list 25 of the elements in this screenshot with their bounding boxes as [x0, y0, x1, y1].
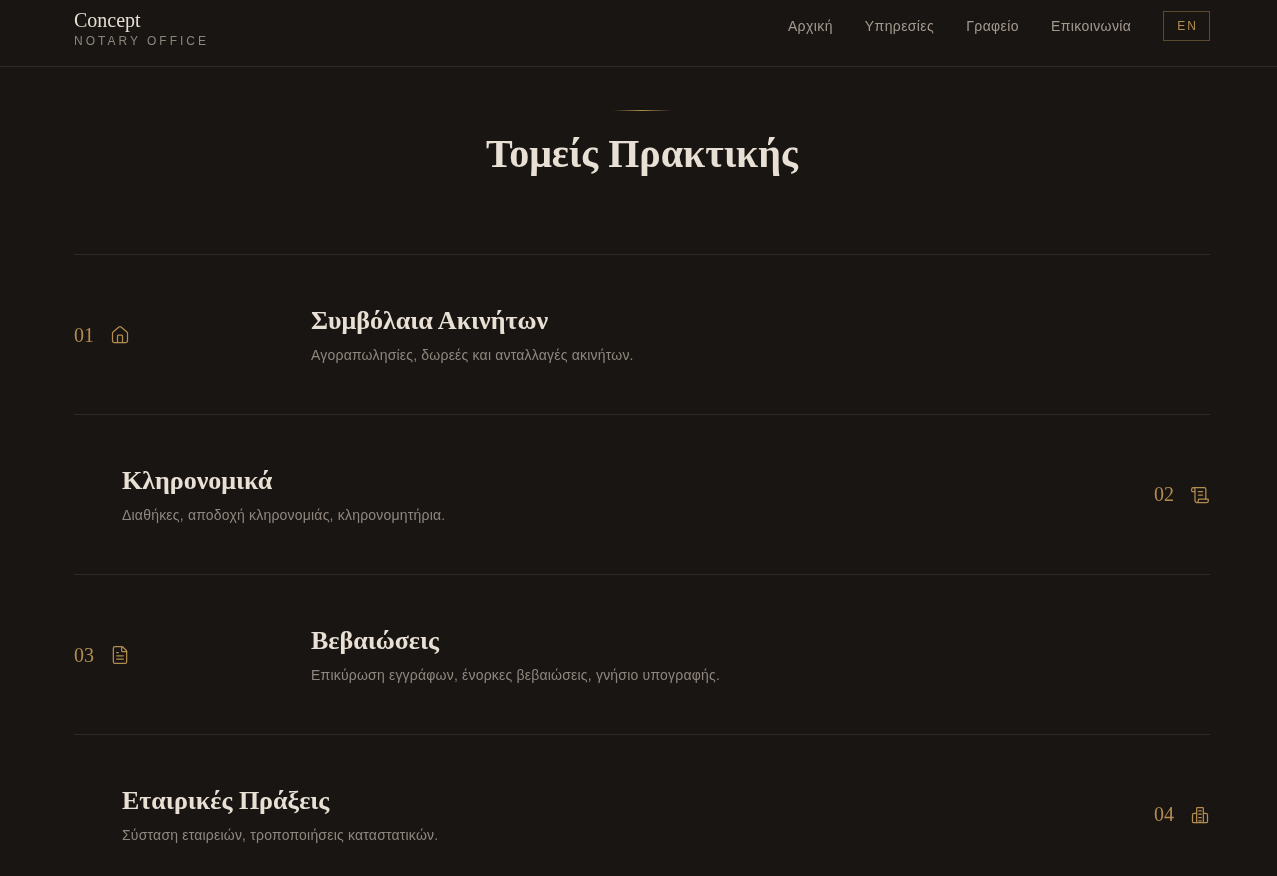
section-title: Τομείς Πρακτικής [485, 132, 800, 176]
language-button[interactable]: EN [1163, 10, 1210, 41]
practice-area-description: Επικύρωση εγγράφων, ένορκες βεβαιώσεις, γνήσιο υπογραφής. [311, 665, 721, 685]
logo-title: Concept [74, 9, 142, 31]
nav-link[interactable]: Αρχική [787, 17, 833, 34]
item-number: 02 [1154, 483, 1174, 506]
building-icon [1190, 804, 1210, 825]
practice-area-description: Αγοραπωλησίες, δωρεές και ανταλλαγές ακινήτων. [311, 345, 635, 365]
practice-area-title: Κληρονομικά [122, 464, 274, 497]
practice-area-title: Βεβαιώσεις [311, 624, 441, 657]
house-icon [110, 325, 130, 345]
practice-area-description: Διαθήκες, αποδοχή κληρονομιάς, κληρονομητήρια. [122, 505, 447, 525]
logo-subtitle: NOTARY OFFICE [74, 33, 209, 49]
scroll-icon [1190, 484, 1210, 505]
title-accent-line [612, 110, 672, 111]
item-number: 03 [74, 643, 94, 667]
nav-link[interactable]: Υπηρεσίες [864, 17, 935, 34]
practice-area-description: Σύσταση εταιρειών, τροποποιήσεις καταστατικών. [122, 825, 440, 845]
practice-area-title: Εταιρικές Πράξεις [122, 784, 331, 817]
item-number: 04 [1154, 803, 1174, 826]
practice-area-title: Συμβόλαια Ακινήτων [311, 304, 550, 337]
document-icon [110, 645, 130, 665]
item-number: 01 [74, 323, 94, 347]
nav-link[interactable]: Επικοινωνία [1050, 17, 1132, 34]
nav-link[interactable]: Γραφείο [966, 17, 1019, 34]
